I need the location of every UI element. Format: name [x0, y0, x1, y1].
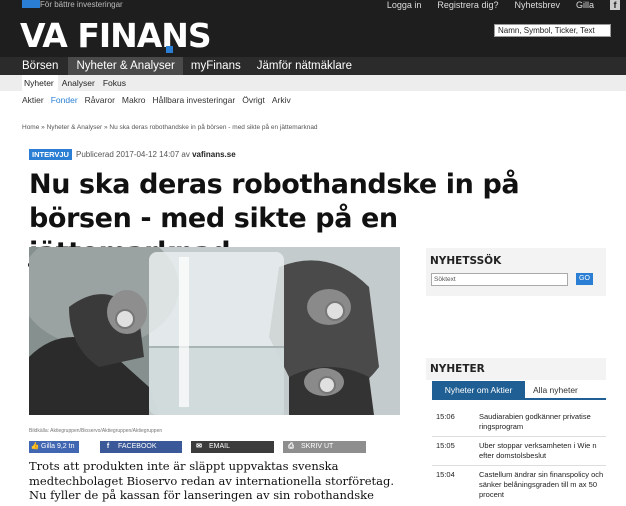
news-search-title: NYHETSSÖK — [430, 255, 502, 267]
thumbs-up-icon: 👍 — [30, 443, 40, 450]
login-link[interactable]: Logga in — [387, 0, 422, 10]
news-list-item[interactable]: 15:04 Castellum ändrar sin finanspolicy … — [432, 468, 606, 504]
subnav-item-nyheter[interactable]: Nyheter — [22, 75, 58, 91]
top-links: Logga in Registrera dig? Nyhetsbrev Gill… — [387, 0, 620, 10]
like-label: Gilla 9,2 tn — [41, 443, 75, 450]
news-title: NYHETER — [430, 363, 485, 375]
category-arkiv[interactable]: Arkiv — [272, 94, 291, 106]
category-hallbara[interactable]: Hållbara investeringar — [153, 94, 236, 106]
news-tabs: Nyheter om Aktier Alla nyheter — [432, 381, 606, 400]
image-caption: Bildkälla: Aktiegruppen/Bioservo/Aktiegr… — [29, 428, 163, 434]
article-lead: Trots att produkten inte är släppt uppva… — [29, 459, 395, 506]
nav-item-jamfor[interactable]: Jämför nätmäklare — [249, 57, 360, 75]
email-share-button[interactable]: ✉ EMAIL — [191, 441, 274, 453]
news-search-input[interactable]: Söktext — [431, 273, 568, 286]
print-button[interactable]: ⎙ SKRIV UT — [283, 441, 366, 453]
logo-dot — [166, 46, 173, 53]
category-ovrigt[interactable]: Övrigt — [242, 94, 265, 106]
facebook-icon: f — [106, 443, 110, 450]
category-aktier[interactable]: Aktier — [22, 94, 44, 106]
news-list-item[interactable]: 15:06 Saudiarabien godkänner privatise r… — [432, 410, 606, 437]
share-bar: 👍 Gilla 9,2 tn f FACEBOOK ✉ EMAIL ⎙ SKRI… — [29, 441, 366, 453]
category-makro[interactable]: Makro — [122, 94, 146, 106]
tagline: För bättre investeringar — [40, 0, 123, 9]
site-search-input[interactable]: Namn, Symbol, Ticker, Text — [494, 24, 611, 37]
published-date: Publicerad 2017-04-12 14:07 av — [76, 150, 193, 159]
facebook-share-button[interactable]: f FACEBOOK — [100, 441, 182, 453]
published-source: vafinans.se — [192, 150, 236, 159]
printer-icon: ⎙ — [288, 443, 294, 450]
news-title-link[interactable]: Uber stoppar verksamheten i Wie n efter … — [479, 441, 604, 461]
robot-glove-photo — [29, 247, 400, 415]
nav-item-nyheter-analyser[interactable]: Nyheter & Analyser — [68, 57, 183, 75]
top-header: För bättre investeringar VA FINANS Logga… — [0, 0, 626, 57]
news-search-go-button[interactable]: GO — [576, 273, 593, 285]
nav-item-myfinans[interactable]: myFinans — [183, 57, 249, 75]
subnav-item-fokus[interactable]: Fokus — [99, 75, 130, 91]
sub-nav: Nyheter Analyser Fokus — [0, 75, 626, 91]
breadcrumb[interactable]: Home » Nyheter & Analyser » Nu ska deras… — [22, 123, 318, 132]
news-list-item[interactable]: 15:05 Uber stoppar verksamheten i Wie n … — [432, 439, 606, 466]
envelope-icon: ✉ — [196, 443, 202, 450]
tab-alla-nyheter[interactable]: Alla nyheter — [533, 381, 578, 399]
category-nav: Aktier Fonder Råvaror Makro Hållbara inv… — [22, 94, 291, 106]
newsletter-link[interactable]: Nyhetsbrev — [514, 0, 560, 10]
facebook-share-label: FACEBOOK — [118, 443, 157, 450]
print-label: SKRIV UT — [301, 443, 334, 450]
site-logo[interactable]: VA FINANS — [20, 16, 212, 56]
email-share-label: EMAIL — [209, 443, 231, 450]
like-link[interactable]: Gilla — [576, 0, 594, 10]
article-hero-image — [29, 247, 400, 415]
like-button[interactable]: 👍 Gilla 9,2 tn — [29, 441, 79, 453]
brand-accent-block — [22, 0, 40, 8]
news-time: 15:06 — [436, 412, 455, 421]
tab-nyheter-om-aktier[interactable]: Nyheter om Aktier — [432, 381, 525, 399]
category-fonder[interactable]: Fonder — [51, 94, 78, 106]
subnav-item-analyser[interactable]: Analyser — [58, 75, 99, 91]
news-time: 15:04 — [436, 470, 455, 479]
category-ravaror[interactable]: Råvaror — [85, 94, 115, 106]
published-info: Publicerad 2017-04-12 14:07 av vafinans.… — [76, 149, 236, 160]
facebook-icon[interactable]: f — [610, 0, 620, 10]
news-title-link[interactable]: Saudiarabien godkänner privatise ringspr… — [479, 412, 604, 432]
article-badge[interactable]: INTERVJU — [29, 149, 72, 160]
news-time: 15:05 — [436, 441, 455, 450]
news-title-link[interactable]: Castellum ändrar sin finanspolicy och sä… — [479, 470, 604, 500]
register-link[interactable]: Registrera dig? — [437, 0, 498, 10]
nav-item-borsen[interactable]: Börsen — [22, 57, 68, 75]
main-nav: Börsen Nyheter & Analyser myFinans Jämfö… — [0, 57, 626, 75]
